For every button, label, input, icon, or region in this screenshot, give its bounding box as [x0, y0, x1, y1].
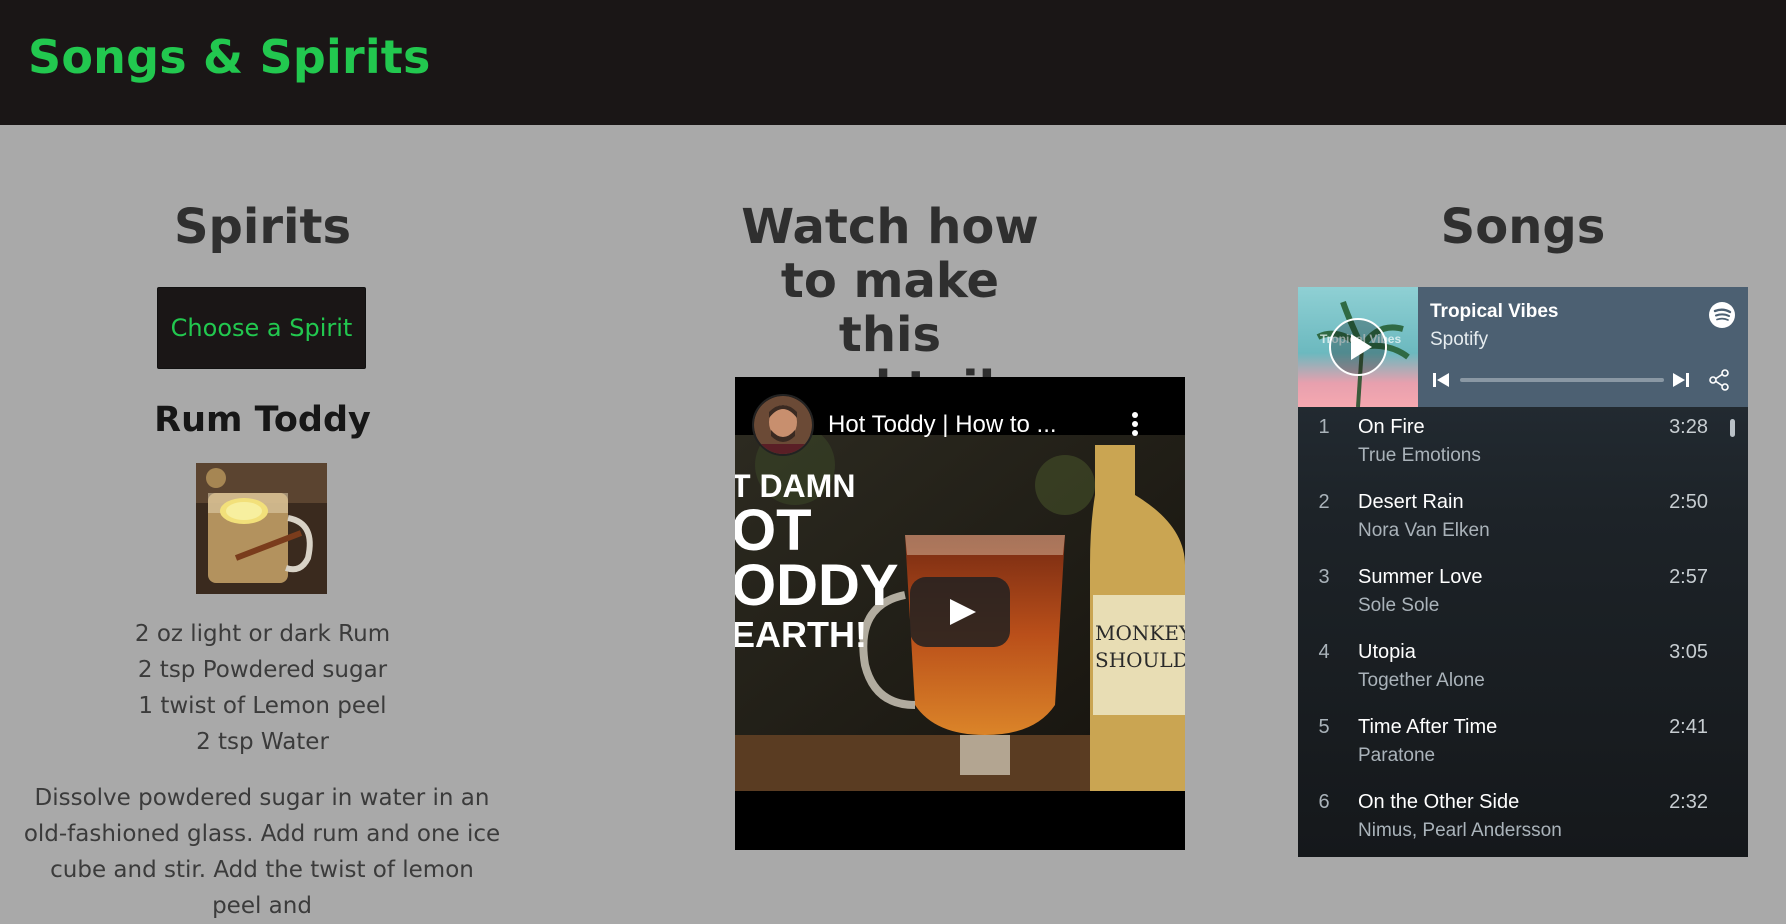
ingredient-list: 2 oz light or dark Rum 2 tsp Powdered su…: [100, 616, 425, 760]
more-options-icon[interactable]: [1125, 410, 1145, 440]
track-number: 4: [1318, 641, 1330, 663]
track-artist[interactable]: True Emotions: [1358, 445, 1481, 467]
track-artist[interactable]: Nimus, Pearl Andersson: [1358, 820, 1562, 842]
track-number: 1: [1318, 416, 1330, 438]
thumbnail-caption: EARTH!: [735, 614, 867, 655]
track-number: 2: [1318, 491, 1330, 513]
track-artist[interactable]: Sole Sole: [1358, 595, 1439, 617]
share-icon[interactable]: [1708, 369, 1730, 391]
track-name: Summer Love: [1358, 566, 1483, 588]
top-navbar: Songs & Spirits: [0, 0, 1786, 125]
spotify-logo-icon[interactable]: [1708, 301, 1736, 329]
track-list-scrollbar[interactable]: [1730, 419, 1735, 437]
track-row[interactable]: 1 On Fire True Emotions 3:28: [1298, 407, 1728, 482]
songs-heading: Songs: [1440, 199, 1606, 255]
brand-title[interactable]: Songs & Spirits: [28, 30, 431, 84]
video-title[interactable]: Hot Toddy | How to ...: [828, 411, 1057, 439]
track-number: 5: [1318, 716, 1330, 738]
track-number: 3: [1318, 566, 1330, 588]
playlist-cover[interactable]: Tropical Vibes: [1298, 287, 1418, 407]
thumbnail-caption: ODDY: [735, 553, 899, 618]
track-name: Utopia: [1358, 641, 1416, 663]
spotify-header: Tropical Vibes Tropical Vibes Spotify: [1298, 287, 1748, 407]
progress-bar[interactable]: [1460, 378, 1664, 382]
drink-image: [196, 463, 327, 594]
drink-name: Rum Toddy: [154, 400, 371, 440]
video-player[interactable]: Hot Toddy | How to ... MONKEY SHOULDE: [735, 377, 1185, 850]
ingredient-item: 1 twist of Lemon peel: [138, 693, 387, 719]
track-name: Time After Time: [1358, 716, 1498, 738]
track-duration: 2:41: [1669, 716, 1708, 738]
spirits-heading: Spirits: [173, 199, 352, 255]
video-play-button[interactable]: [910, 577, 1010, 647]
track-duration: 2:50: [1669, 491, 1708, 513]
play-icon[interactable]: [1328, 317, 1388, 377]
track-artist[interactable]: Paratone: [1358, 745, 1435, 767]
track-name: Desert Rain: [1358, 491, 1464, 513]
thumbnail-bottle-label: SHOULDE: [1095, 648, 1185, 672]
track-duration: 2:32: [1669, 791, 1708, 813]
track-duration: 2:57: [1669, 566, 1708, 588]
playlist-title[interactable]: Tropical Vibes: [1430, 301, 1558, 323]
ingredient-item: 2 tsp Water: [196, 729, 329, 755]
track-number: 6: [1318, 791, 1330, 813]
ingredient-item: 2 oz light or dark Rum: [134, 621, 391, 647]
track-list: 1 On Fire True Emotions 3:28 2 Desert Ra…: [1298, 407, 1748, 857]
track-duration: 3:05: [1669, 641, 1708, 663]
track-duration: 3:28: [1669, 416, 1708, 438]
track-row[interactable]: 6 On the Other Side Nimus, Pearl Anderss…: [1298, 782, 1728, 857]
ingredient-item: 2 tsp Powdered sugar: [137, 657, 388, 683]
track-artist[interactable]: Together Alone: [1358, 670, 1485, 692]
channel-avatar[interactable]: [752, 394, 814, 456]
track-name: On Fire: [1358, 416, 1425, 438]
track-name: On the Other Side: [1358, 791, 1520, 813]
track-row[interactable]: 3 Summer Love Sole Sole 2:57: [1298, 557, 1728, 632]
playlist-owner[interactable]: Spotify: [1430, 329, 1488, 351]
previous-track-icon[interactable]: [1432, 371, 1450, 389]
track-artist[interactable]: Nora Van Elken: [1358, 520, 1490, 542]
instructions-text: Dissolve powdered sugar in water in an o…: [23, 785, 501, 919]
spotify-embed: Tropical Vibes Tropical Vibes Spotify: [1298, 287, 1748, 857]
track-row[interactable]: 5 Time After Time Paratone 2:41: [1298, 707, 1728, 782]
next-track-icon[interactable]: [1672, 371, 1690, 389]
choose-spirit-button[interactable]: Choose a Spirit: [157, 287, 366, 369]
track-row[interactable]: 2 Desert Rain Nora Van Elken 2:50: [1298, 482, 1728, 557]
thumbnail-bottle-label: MONKEY: [1095, 621, 1185, 645]
track-row[interactable]: 4 Utopia Together Alone 3:05: [1298, 632, 1728, 707]
